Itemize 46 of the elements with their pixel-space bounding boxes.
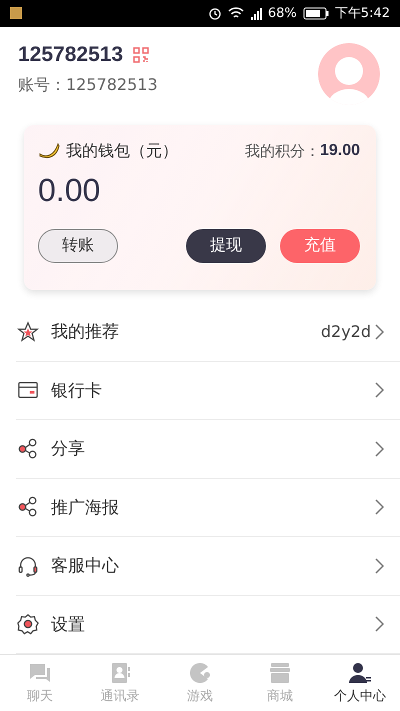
- menu-label: 客服中心: [51, 555, 120, 578]
- menu-item[interactable]: 客服中心: [16, 537, 400, 596]
- wifi-icon: [228, 6, 244, 20]
- chevron-icon: [375, 616, 384, 632]
- shop-icon: [268, 662, 292, 684]
- alarm-icon: [208, 6, 222, 20]
- user-name: 125782513: [18, 42, 124, 67]
- chevron-icon: [375, 558, 384, 574]
- share-icon: [17, 438, 39, 460]
- battery-icon: [302, 6, 329, 20]
- wallet-balance: 0.00: [38, 172, 102, 209]
- settings-icon: [17, 613, 39, 636]
- banana-icon: [38, 142, 60, 160]
- menu-label: 设置: [51, 614, 86, 636]
- menu-label: 分享: [51, 438, 86, 460]
- clock: 下午5:42: [334, 5, 390, 22]
- qr-code-icon[interactable]: [133, 46, 150, 63]
- chevron-icon: [375, 324, 384, 340]
- share-icon: [17, 496, 39, 518]
- menu-item[interactable]: 我的推荐 d2y2d: [16, 303, 400, 362]
- chevron-icon: [375, 382, 384, 398]
- points-value: 19.00: [320, 142, 360, 160]
- signal-icon: [250, 6, 262, 20]
- chevron-icon: [375, 499, 384, 516]
- person-icon: [348, 662, 372, 684]
- account-number: 账号：125782513: [18, 74, 158, 96]
- points-label: 我的积分：: [244, 142, 320, 161]
- tab[interactable]: 个人中心: [320, 655, 400, 711]
- wallet-title: 我的钱包（元）: [66, 140, 178, 162]
- referral-code: d2y2d: [320, 322, 371, 342]
- menu-item[interactable]: 推广海报: [16, 478, 400, 538]
- star-icon: [17, 320, 39, 343]
- chat-icon: [28, 662, 52, 684]
- battery-percent: 68%: [268, 6, 297, 21]
- menu-item[interactable]: 设置: [16, 596, 400, 654]
- menu-item[interactable]: 分享: [16, 420, 400, 479]
- menu-label: 推广海报: [51, 496, 120, 519]
- menu-item[interactable]: 银行卡: [16, 362, 400, 420]
- transfer-button[interactable]: 转账: [38, 228, 118, 263]
- notification-icon: [10, 7, 22, 20]
- menu-label: 银行卡: [51, 380, 103, 402]
- withdraw-button[interactable]: 提现: [186, 228, 266, 263]
- game-icon: [188, 662, 212, 684]
- menu-label: 我的推荐: [51, 321, 120, 344]
- headset-icon: [17, 554, 39, 577]
- chevron-icon: [375, 440, 384, 457]
